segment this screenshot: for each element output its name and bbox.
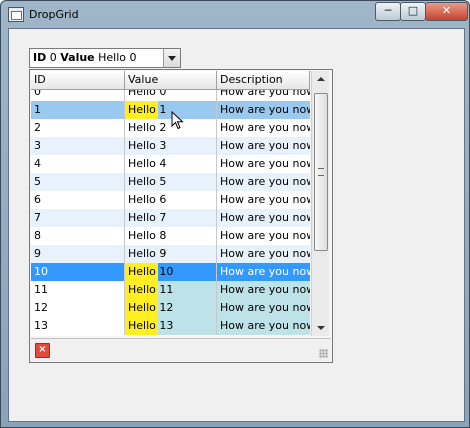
cell-description: How are you now? — [217, 281, 310, 299]
cell-value-text: Hello 12 — [128, 301, 174, 314]
cell-value-text: Hello 6 — [128, 193, 167, 206]
cell-value-text: Hello 13 — [128, 319, 174, 332]
cell-description: How are you now? — [220, 121, 310, 134]
panel-footer: × — [31, 338, 331, 361]
cell-value: Hello 3 — [125, 137, 217, 155]
table-row[interactable]: 7 Hello 7 How are you now? — [31, 209, 310, 227]
vertical-scrollbar[interactable] — [311, 71, 329, 336]
cell-id: 12 — [31, 299, 125, 317]
cell-value-text: Hello 5 — [128, 175, 167, 188]
cell-description: How are you now? — [220, 193, 310, 206]
combo-id-label: ID — [33, 51, 47, 64]
table-row[interactable]: 0 Hello 0 How are you now? — [31, 90, 310, 101]
cell-value: Hello 11 — [125, 281, 217, 299]
combo-id-value: 0 — [49, 51, 57, 64]
column-header-value[interactable]: Value — [125, 71, 217, 89]
client-area: ID 0 Value Hello 0 ID Value Description … — [8, 28, 465, 422]
cell-description: How are you now? — [220, 211, 310, 224]
cell-value: Hello 6 — [125, 191, 217, 209]
cell-value-text: Hello 1 — [128, 103, 167, 116]
cell-value-text: Hello 0 — [128, 90, 167, 98]
cell-id: 11 — [31, 281, 125, 299]
table-row[interactable]: 3 Hello 3 How are you now? — [31, 137, 310, 155]
close-button[interactable]: ✕ — [425, 2, 468, 21]
cell-id: 13 — [31, 317, 125, 335]
cell-value: Hello 12 — [125, 299, 217, 317]
maximize-button[interactable]: □ — [400, 2, 426, 21]
cell-id: 6 — [31, 191, 125, 209]
cell-id: 9 — [31, 245, 125, 263]
cell-value: Hello 0 — [125, 90, 217, 101]
cell-value-text: Hello 9 — [128, 247, 167, 260]
cell-value-text: Hello 11 — [128, 283, 174, 296]
cell-value-text: Hello 10 — [128, 265, 174, 278]
cell-value-text: Hello 4 — [128, 157, 167, 170]
grid-header: ID Value Description — [31, 71, 310, 90]
cell-value: Hello 7 — [125, 209, 217, 227]
cell-value: Hello 4 — [125, 155, 217, 173]
table-row[interactable]: 6 Hello 6 How are you now? — [31, 191, 310, 209]
cell-description: How are you now? — [217, 317, 310, 335]
cell-id: 1 — [31, 101, 125, 119]
cell-description: How are you now? — [217, 299, 310, 317]
combo-text: ID 0 Value Hello 0 — [33, 51, 137, 64]
cell-value-text: Hello 3 — [128, 139, 167, 152]
cell-id: 4 — [31, 155, 125, 173]
column-header-description[interactable]: Description — [217, 71, 310, 89]
clear-icon[interactable]: × — [35, 343, 50, 358]
cell-value: Hello 13 — [125, 317, 217, 335]
title-bar[interactable]: DropGrid ─ □ ✕ — [1, 1, 469, 27]
cell-value: Hello 10 — [125, 263, 217, 281]
cell-id: 0 — [31, 90, 125, 101]
cell-value-text: Hello 8 — [128, 229, 167, 242]
table-row[interactable]: 9 Hello 9 How are you now? — [31, 245, 310, 263]
cell-description: How are you now? — [220, 229, 310, 242]
table-row[interactable]: 12 Hello 12 How are you now? — [31, 299, 310, 317]
cell-value-text: Hello 2 — [128, 121, 167, 134]
cell-value: Hello 9 — [125, 245, 217, 263]
app-icon — [8, 7, 24, 22]
table-row[interactable]: 8 Hello 8 How are you now? — [31, 227, 310, 245]
maximize-icon: □ — [407, 4, 419, 17]
cell-value: Hello 8 — [125, 227, 217, 245]
combo-value-label: Value — [60, 51, 95, 64]
minimize-button[interactable]: ─ — [375, 2, 401, 21]
app-window: DropGrid ─ □ ✕ ID 0 Value Hello 0 ID Val… — [0, 0, 470, 428]
cell-id: 5 — [31, 173, 125, 191]
cell-id: 2 — [31, 119, 125, 137]
drop-grid-combo[interactable]: ID 0 Value Hello 0 — [29, 48, 181, 68]
table-row[interactable]: 5 Hello 5 How are you now? — [31, 173, 310, 191]
cell-id: 10 — [31, 263, 125, 281]
cell-value: Hello 5 — [125, 173, 217, 191]
cell-description: How are you now? — [220, 157, 310, 170]
close-icon: ✕ — [441, 4, 452, 17]
cell-description: How are you now? — [220, 139, 310, 152]
dropdown-arrow-icon[interactable] — [163, 49, 180, 67]
minimize-icon: ─ — [384, 4, 392, 17]
cell-id: 7 — [31, 209, 125, 227]
cell-description: How are you now? — [220, 103, 310, 116]
table-row[interactable]: 4 Hello 4 How are you now? — [31, 155, 310, 173]
scrollbar-thumb[interactable] — [314, 93, 328, 251]
cell-id: 8 — [31, 227, 125, 245]
scroll-up-icon[interactable] — [312, 71, 329, 88]
window-title: DropGrid — [29, 8, 79, 21]
cell-description: How are you now? — [220, 265, 310, 278]
cell-value-text: Hello 7 — [128, 211, 167, 224]
cell-description: How are you now? — [220, 175, 310, 188]
table-row[interactable]: 13 Hello 13 How are you now? — [31, 317, 310, 335]
resize-grip-icon[interactable] — [319, 349, 328, 358]
cell-description: How are you now? — [220, 247, 310, 260]
table-row-selected[interactable]: 10 Hello 10 How are you now? — [31, 263, 310, 281]
combo-value-value: Hello 0 — [98, 51, 137, 64]
cell-description: How are you now? — [220, 90, 310, 98]
table-row[interactable]: 11 Hello 11 How are you now? — [31, 281, 310, 299]
scroll-down-icon[interactable] — [312, 319, 329, 336]
cell-id: 3 — [31, 137, 125, 155]
column-header-id[interactable]: ID — [31, 71, 125, 89]
